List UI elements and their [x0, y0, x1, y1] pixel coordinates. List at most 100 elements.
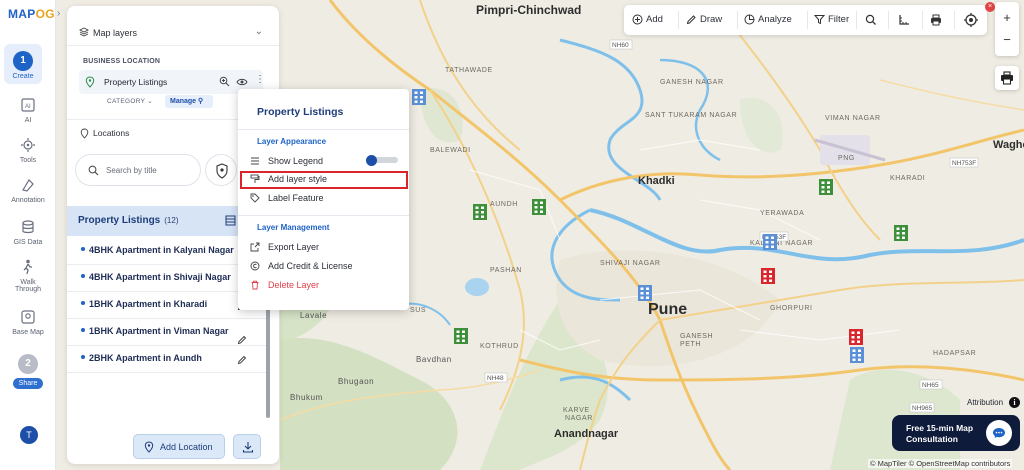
- edit-pencil-icon[interactable]: [237, 355, 247, 365]
- rail-create[interactable]: 1 Create: [4, 44, 42, 84]
- rail-tools[interactable]: Tools: [0, 136, 56, 164]
- attribution-label[interactable]: Attribution: [967, 398, 1003, 407]
- svg-text:VIMAN NAGAR: VIMAN NAGAR: [825, 115, 881, 122]
- rail-walkthrough[interactable]: Walk Through: [0, 258, 56, 293]
- property-marker[interactable]: [532, 199, 546, 215]
- menu-add-credit[interactable]: Add Credit & License: [250, 258, 405, 275]
- add-label: Add: [646, 14, 663, 25]
- download-icon: [242, 442, 254, 453]
- property-marker[interactable]: [850, 347, 864, 363]
- property-marker[interactable]: [819, 179, 833, 195]
- property-marker[interactable]: [638, 285, 652, 301]
- show-legend-toggle[interactable]: [366, 155, 398, 166]
- section-business-location: BUSINESS LOCATION: [83, 58, 161, 65]
- print-button[interactable]: [930, 13, 944, 27]
- filter-label: Filter: [828, 14, 850, 25]
- svg-text:AI: AI: [25, 104, 31, 110]
- toolbar-divider: [954, 11, 955, 29]
- add-location-label: Add Location: [160, 442, 213, 452]
- toolbar-divider: [922, 11, 923, 29]
- plus-circle-icon: [632, 14, 643, 25]
- export-print-button[interactable]: [995, 66, 1019, 90]
- close-icon[interactable]: ×: [985, 2, 995, 12]
- rail-basemap[interactable]: Base Map: [0, 308, 56, 336]
- layer-row-property-listings[interactable]: Property Listings ⋮: [79, 70, 265, 94]
- zoom-out-button[interactable]: −: [995, 32, 1019, 50]
- property-marker[interactable]: [849, 329, 863, 345]
- rail-share[interactable]: 2 Share: [0, 354, 56, 389]
- city-label-pune: Pune: [648, 301, 687, 318]
- bullet-dot: [81, 247, 85, 251]
- category-dropdown[interactable]: CATEGORY ⌄: [107, 97, 153, 105]
- rail-create-label: Create: [12, 73, 34, 80]
- consult-line-1: Free 15-min Map: [906, 423, 974, 433]
- list-icon: [251, 157, 259, 165]
- draw-menu-button[interactable]: Draw: [686, 13, 734, 27]
- svg-text:SUS: SUS: [410, 307, 426, 314]
- rail-ai[interactable]: AI AI: [0, 96, 56, 124]
- list-item[interactable]: 2BHK Apartment in Aundh: [67, 346, 267, 373]
- manage-label: Manage: [170, 98, 197, 105]
- svg-text:NH965: NH965: [912, 405, 933, 412]
- zoom-in-button[interactable]: +: [995, 10, 1019, 28]
- geofence-button[interactable]: [205, 154, 237, 186]
- search-input[interactable]: Search by title: [75, 154, 201, 186]
- property-marker[interactable]: [454, 328, 468, 344]
- menu-label-feature[interactable]: Label Feature: [250, 190, 405, 207]
- info-icon[interactable]: i: [1009, 397, 1020, 408]
- property-marker[interactable]: [894, 225, 908, 241]
- rail-gis-data[interactable]: GIS Data: [0, 218, 56, 246]
- property-marker[interactable]: [412, 89, 426, 105]
- svg-text:Bavdhan: Bavdhan: [416, 355, 452, 364]
- consultation-button[interactable]: Free 15-min Map Consultation: [892, 415, 1020, 451]
- filter-button[interactable]: Filter: [814, 13, 854, 27]
- visibility-eye-icon[interactable]: [236, 77, 248, 87]
- collapse-chevron-icon[interactable]: ⌄: [255, 26, 263, 37]
- list-title: Property Listings (12): [78, 215, 179, 226]
- list-item-label: 4BHK Apartment in Shivaji Nagar: [89, 272, 231, 282]
- download-button[interactable]: [233, 434, 261, 459]
- rail-annotation[interactable]: Annotation: [0, 176, 56, 204]
- zoom-to-layer-icon[interactable]: [219, 76, 230, 87]
- svg-text:SANT TUKARAM NAGAR: SANT TUKARAM NAGAR: [645, 112, 737, 119]
- svg-text:NH60: NH60: [612, 42, 629, 49]
- add-menu-button[interactable]: Add: [632, 13, 676, 27]
- rail-tools-label: Tools: [19, 157, 37, 164]
- highlight-box: [240, 171, 408, 189]
- chat-bubble-icon[interactable]: [986, 420, 1012, 446]
- rail-ai-label: AI: [24, 117, 32, 124]
- locate-me-button[interactable]: [963, 11, 979, 27]
- rail-expand-chevron-icon[interactable]: ›: [57, 8, 67, 24]
- analyze-label: Analyze: [758, 14, 792, 25]
- mapog-logo[interactable]: MAPOG: [8, 7, 55, 21]
- edit-pencil-icon[interactable]: [237, 335, 247, 345]
- menu-export-layer[interactable]: Export Layer: [250, 239, 405, 256]
- list-item[interactable]: 4BHK Apartment in Kalyani Nagar: [67, 238, 267, 265]
- locations-label: Locations: [93, 128, 130, 138]
- table-view-icon[interactable]: [225, 215, 236, 226]
- svg-text:AUNDH: AUNDH: [490, 201, 518, 208]
- avatar[interactable]: T: [20, 426, 38, 444]
- location-pin-icon: [85, 76, 95, 88]
- analyze-menu-button[interactable]: Analyze: [744, 13, 806, 27]
- list-item[interactable]: 1BHK Apartment in Viman Nagar: [67, 319, 267, 346]
- menu-delete-layer[interactable]: Delete Layer: [250, 277, 405, 294]
- label-feature-label: Label Feature: [268, 193, 324, 203]
- svg-text:NH65: NH65: [922, 382, 939, 389]
- ai-icon: AI: [21, 98, 35, 112]
- layers-panel-header[interactable]: Map layers ⌄: [67, 6, 279, 46]
- manage-button[interactable]: Manage ⚲: [165, 95, 213, 108]
- list-item[interactable]: 4BHK Apartment in Shivaji Nagar: [67, 265, 267, 292]
- property-marker[interactable]: [473, 204, 487, 220]
- search-button[interactable]: [865, 13, 879, 27]
- list-item[interactable]: 1BHK Apartment in Kharadi: [67, 292, 267, 319]
- svg-text:PASHAN: PASHAN: [490, 267, 522, 274]
- measure-button[interactable]: [898, 13, 912, 27]
- add-location-button[interactable]: Add Location: [133, 434, 225, 459]
- property-marker[interactable]: [763, 234, 777, 250]
- rail-walk-label-2: Through: [14, 286, 42, 293]
- layer-more-options-icon[interactable]: ⋮: [255, 74, 265, 85]
- svg-text:KOTHRUD: KOTHRUD: [480, 343, 519, 350]
- property-marker[interactable]: [761, 268, 775, 284]
- location-pin-icon: [144, 441, 154, 453]
